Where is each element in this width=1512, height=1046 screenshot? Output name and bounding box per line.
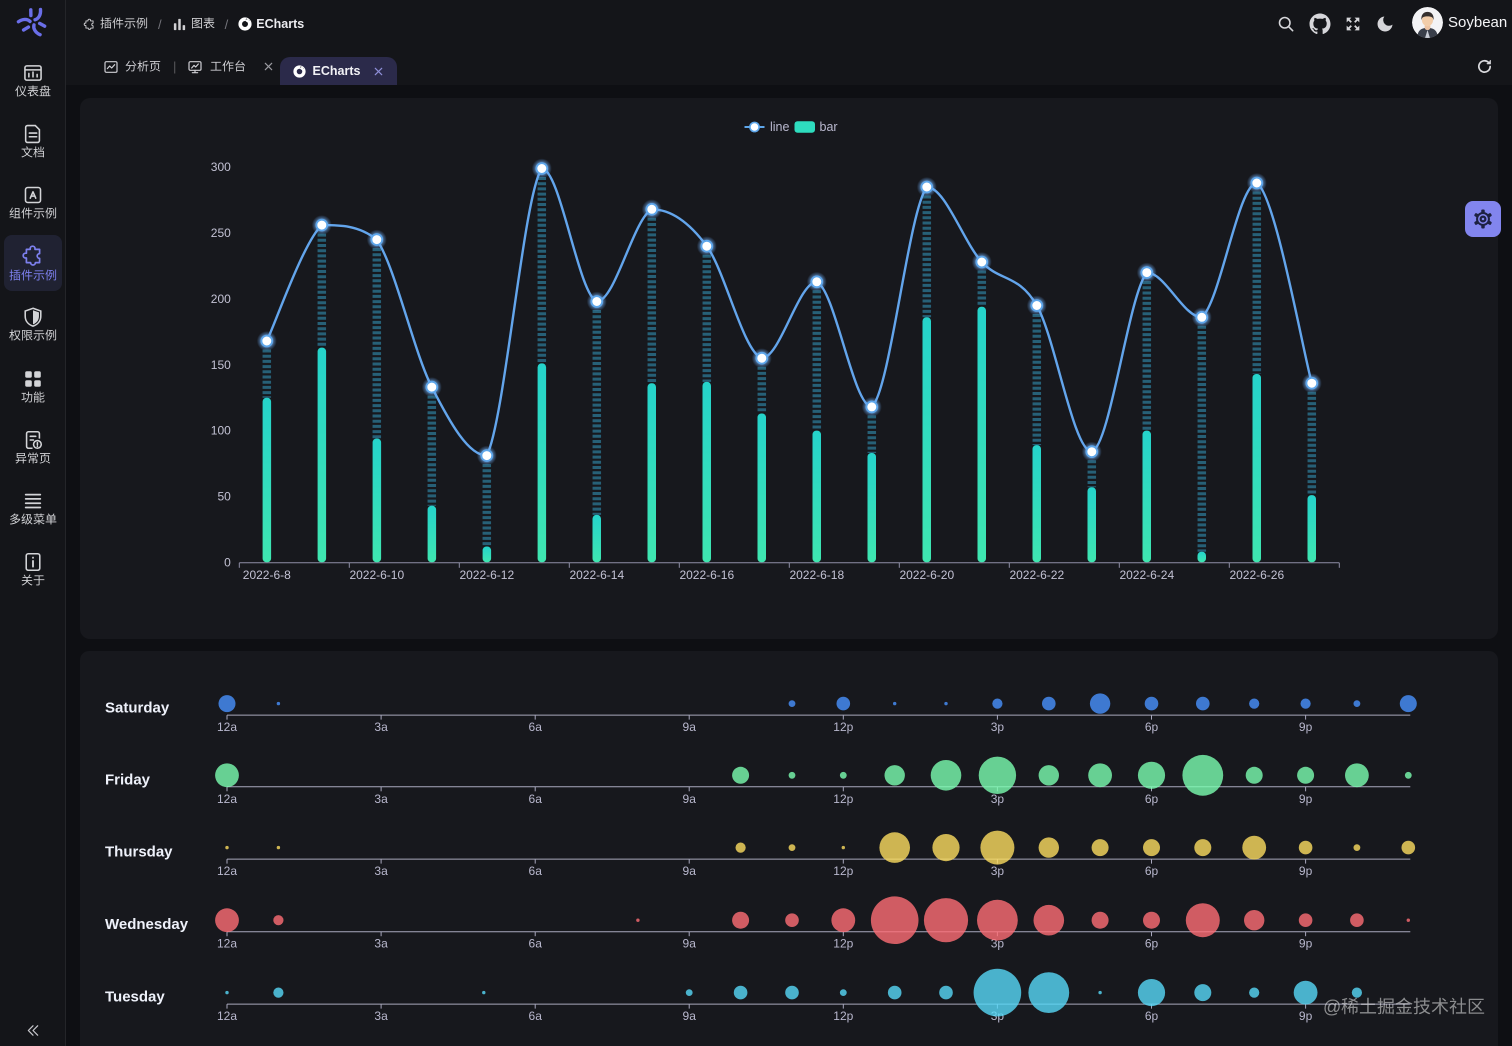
svg-text:6a: 6a — [529, 864, 543, 878]
svg-text:Friday: Friday — [105, 771, 151, 788]
svg-text:2022-6-10: 2022-6-10 — [349, 568, 404, 582]
svg-text:12a: 12a — [217, 720, 237, 734]
svg-text:9a: 9a — [683, 937, 697, 951]
svg-text:12p: 12p — [833, 937, 853, 951]
svg-text:12a: 12a — [217, 1009, 237, 1023]
svg-text:12p: 12p — [833, 864, 853, 878]
svg-text:9a: 9a — [683, 792, 697, 806]
svg-text:2022-6-24: 2022-6-24 — [1119, 568, 1174, 582]
svg-text:12p: 12p — [833, 720, 853, 734]
svg-text:200: 200 — [211, 292, 231, 306]
svg-text:6a: 6a — [529, 792, 543, 806]
svg-text:3p: 3p — [991, 720, 1005, 734]
svg-text:100: 100 — [211, 424, 231, 438]
svg-text:9a: 9a — [683, 1009, 697, 1023]
svg-text:150: 150 — [211, 358, 231, 372]
svg-text:12a: 12a — [217, 864, 237, 878]
svg-text:6p: 6p — [1145, 1009, 1159, 1023]
svg-text:3a: 3a — [374, 792, 388, 806]
svg-text:9a: 9a — [683, 864, 697, 878]
svg-text:2022-6-16: 2022-6-16 — [679, 568, 734, 582]
svg-text:250: 250 — [211, 226, 231, 240]
svg-text:bar: bar — [820, 120, 838, 134]
svg-text:Saturday: Saturday — [105, 700, 170, 717]
svg-text:0: 0 — [224, 555, 231, 569]
svg-text:9p: 9p — [1299, 937, 1313, 951]
svg-text:2022-6-18: 2022-6-18 — [789, 568, 844, 582]
svg-text:9a: 9a — [683, 720, 697, 734]
svg-text:9p: 9p — [1299, 720, 1313, 734]
svg-text:12p: 12p — [833, 792, 853, 806]
svg-text:2022-6-22: 2022-6-22 — [1009, 568, 1064, 582]
svg-text:6a: 6a — [529, 720, 543, 734]
svg-text:9p: 9p — [1299, 864, 1313, 878]
svg-text:3p: 3p — [991, 864, 1005, 878]
svg-text:6p: 6p — [1145, 792, 1159, 806]
svg-text:2022-6-12: 2022-6-12 — [459, 568, 514, 582]
svg-text:3a: 3a — [374, 720, 388, 734]
svg-text:3a: 3a — [374, 1009, 388, 1023]
svg-text:50: 50 — [217, 489, 231, 503]
svg-text:6p: 6p — [1145, 937, 1159, 951]
svg-text:2022-6-8: 2022-6-8 — [243, 568, 291, 582]
svg-text:2022-6-14: 2022-6-14 — [569, 568, 624, 582]
svg-text:12p: 12p — [833, 1009, 853, 1023]
svg-text:line: line — [770, 120, 790, 134]
svg-text:Wednesday: Wednesday — [105, 916, 189, 933]
svg-text:6a: 6a — [529, 1009, 543, 1023]
svg-text:2022-6-26: 2022-6-26 — [1229, 568, 1284, 582]
svg-text:9p: 9p — [1299, 1009, 1313, 1023]
svg-text:300: 300 — [211, 160, 231, 174]
svg-text:3a: 3a — [374, 937, 388, 951]
svg-text:6a: 6a — [529, 937, 543, 951]
svg-text:Thursday: Thursday — [105, 844, 173, 861]
svg-text:12a: 12a — [217, 792, 237, 806]
svg-text:6p: 6p — [1145, 864, 1159, 878]
svg-text:12a: 12a — [217, 937, 237, 951]
svg-text:3a: 3a — [374, 864, 388, 878]
svg-text:2022-6-20: 2022-6-20 — [899, 568, 954, 582]
svg-text:9p: 9p — [1299, 792, 1313, 806]
svg-text:Tuesday: Tuesday — [105, 989, 165, 1006]
svg-text:6p: 6p — [1145, 720, 1159, 734]
